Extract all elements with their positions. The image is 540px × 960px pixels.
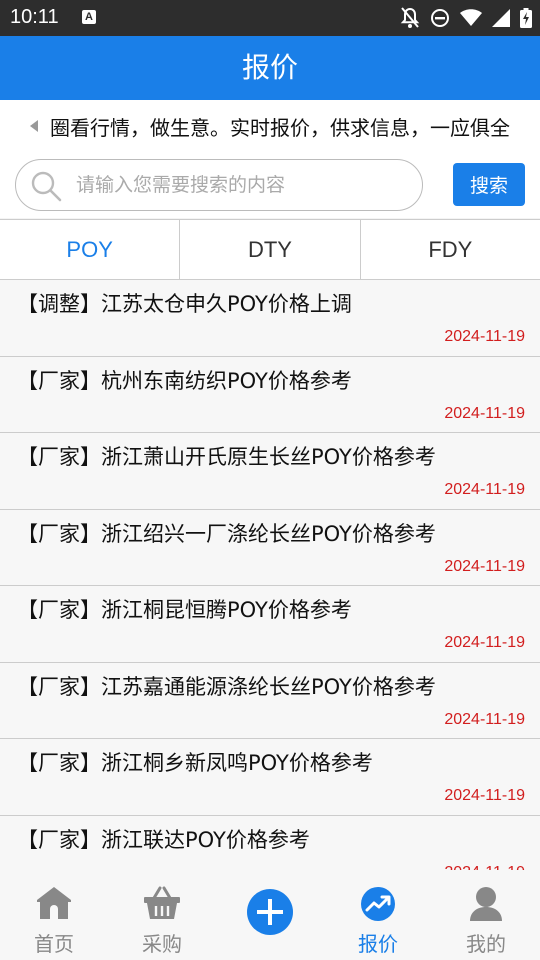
tab-dty[interactable]: DTY <box>180 220 361 279</box>
list-item[interactable]: 【厂家】江苏嘉通能源涤纶长丝POY价格参考 2024-11-19 <box>0 662 540 739</box>
trend-icon <box>361 887 395 921</box>
search-icon <box>31 171 62 202</box>
item-title: 【厂家】浙江萧山开氏原生长丝POY价格参考 <box>17 445 436 469</box>
signal-icon <box>492 9 510 27</box>
add-icon <box>247 889 293 935</box>
nav-mine[interactable]: 我的 <box>432 870 540 960</box>
list-item[interactable]: 【厂家】浙江桐昆恒腾POY价格参考 2024-11-19 <box>0 586 540 663</box>
list-item[interactable]: 【厂家】浙江联达POY价格参考 2024-11-19 <box>0 815 540 870</box>
item-date: 2024-11-19 <box>444 787 525 804</box>
nav-purchase-label: 采购 <box>142 932 182 956</box>
list-item[interactable]: 【厂家】杭州东南纺织POY价格参考 2024-11-19 <box>0 356 540 433</box>
tab-fdy[interactable]: FDY <box>361 220 540 279</box>
item-date: 2024-11-19 <box>444 710 525 728</box>
a-badge-icon: A <box>82 10 96 24</box>
quote-list: 【调整】江苏太仓申久POY价格上调 2024-11-19 【厂家】杭州东南纺织P… <box>0 280 540 870</box>
item-date: 2024-11-19 <box>444 557 525 575</box>
item-date: 2024-11-19 <box>444 404 525 422</box>
battery-icon <box>520 8 532 28</box>
nav-quote-label: 报价 <box>358 932 398 956</box>
nav-add[interactable] <box>216 870 324 960</box>
bell-off-icon <box>400 7 420 28</box>
announcement-marquee: 圈看行情，做生意。实时报价，供求信息，一应俱全 <box>0 100 540 152</box>
bottom-nav: 首页 采购 报价 我的 <box>0 870 540 960</box>
status-icons <box>400 6 532 30</box>
item-date: 2024-11-19 <box>444 481 525 498</box>
list-item[interactable]: 【厂家】浙江绍兴一厂涤纶长丝POY价格参考 2024-11-19 <box>0 509 540 586</box>
tab-poy[interactable]: POY <box>0 220 181 279</box>
item-date: 2024-11-19 <box>444 634 525 651</box>
category-tabs: POY DTY FDY <box>0 219 540 280</box>
nav-mine-label: 我的 <box>466 932 506 956</box>
search-button[interactable]: 搜索 <box>453 163 525 206</box>
basket-icon <box>144 886 180 919</box>
user-icon <box>470 887 502 921</box>
page-title: 报价 <box>0 36 540 100</box>
item-title: 【厂家】浙江绍兴一厂涤纶长丝POY价格参考 <box>17 521 436 546</box>
wifi-icon <box>460 9 482 26</box>
nav-home[interactable]: 首页 <box>0 870 108 960</box>
search-input[interactable] <box>76 160 406 210</box>
item-title: 【调整】江苏太仓申久POY价格上调 <box>17 292 352 316</box>
item-date: 2024-11-19 <box>444 328 525 345</box>
search-box[interactable] <box>15 159 423 211</box>
speaker-icon <box>30 120 38 132</box>
item-title: 【厂家】浙江联达POY价格参考 <box>17 827 310 852</box>
marquee-text: 圈看行情，做生意。实时报价，供求信息，一应俱全 <box>50 116 510 140</box>
search-bar: 搜索 <box>0 152 540 218</box>
item-title: 【厂家】江苏嘉通能源涤纶长丝POY价格参考 <box>17 674 436 699</box>
list-item[interactable]: 【厂家】浙江桐乡新凤鸣POY价格参考 2024-11-19 <box>0 739 540 816</box>
status-time: 10:11 <box>10 6 59 28</box>
item-title: 【厂家】杭州东南纺织POY价格参考 <box>17 368 352 393</box>
list-item[interactable]: 【调整】江苏太仓申久POY价格上调 2024-11-19 <box>0 280 540 357</box>
list-item[interactable]: 【厂家】浙江萧山开氏原生长丝POY价格参考 2024-11-19 <box>0 433 540 510</box>
nav-purchase[interactable]: 采购 <box>108 870 216 960</box>
status-bar: 10:11 A <box>0 0 540 36</box>
item-title: 【厂家】浙江桐昆恒腾POY价格参考 <box>17 598 352 622</box>
nav-quote[interactable]: 报价 <box>324 870 432 960</box>
dnd-icon <box>431 9 449 27</box>
item-title: 【厂家】浙江桐乡新凤鸣POY价格参考 <box>17 751 373 775</box>
nav-home-label: 首页 <box>34 932 74 956</box>
home-icon <box>37 887 71 919</box>
